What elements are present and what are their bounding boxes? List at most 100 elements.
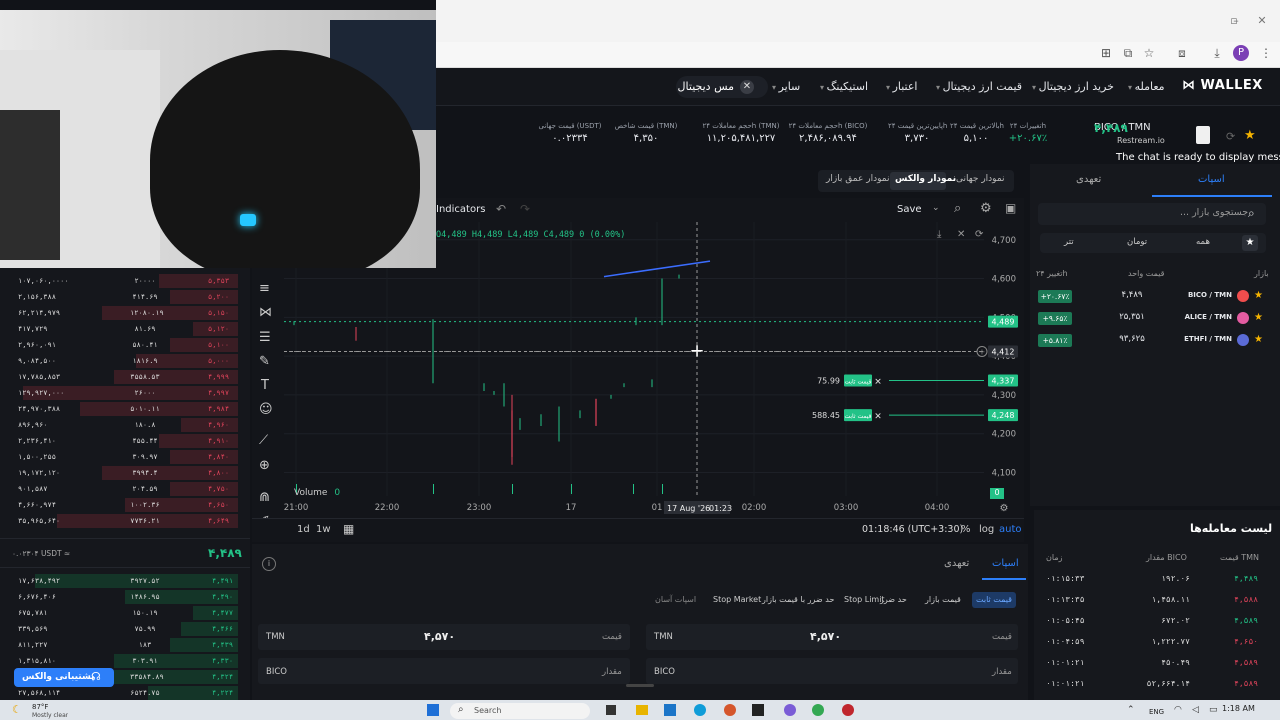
ask-price[interactable]: ۵,۱۲۰: [208, 325, 229, 333]
bid-price[interactable]: ۴,۴۷۷: [212, 609, 233, 617]
ask-price[interactable]: ۵,۳۵۳: [208, 277, 229, 285]
tab-futures[interactable]: تعهدی: [1076, 174, 1101, 185]
calendar-icon[interactable]: ▦: [343, 522, 354, 536]
zoom-tool-icon[interactable]: ⊕: [259, 458, 270, 473]
type-stop-market[interactable]: Stop Market: [713, 595, 761, 604]
app3-icon[interactable]: [752, 704, 764, 716]
task-view-icon[interactable]: [606, 705, 616, 715]
refresh-icon[interactable]: ⟳: [1226, 130, 1238, 143]
fib-tool-icon[interactable]: ☰: [259, 330, 271, 345]
type-limit[interactable]: قیمت ثابت: [976, 595, 1012, 604]
wifi-icon[interactable]: ◠: [1174, 705, 1182, 715]
volume-icon[interactable]: ◁: [1192, 705, 1199, 715]
battery-icon[interactable]: ▭: [1209, 705, 1218, 715]
favorite-star-icon[interactable]: ★: [1254, 334, 1263, 345]
wallex-logo[interactable]: ⋈ WALLEX: [1182, 78, 1263, 93]
cast-icon[interactable]: ⧉: [1119, 46, 1137, 64]
log-scale[interactable]: log: [979, 524, 994, 535]
settings-gear-icon[interactable]: ⚙: [980, 201, 992, 216]
tab-wallex-chart[interactable]: نمودار والکس: [895, 174, 956, 184]
close-icon[interactable]: ✕: [740, 80, 754, 94]
bid-price[interactable]: ۴,۳۳۰: [212, 657, 233, 665]
close-window-icon[interactable]: ✕: [1254, 14, 1270, 30]
clock-time[interactable]: 1:18 AM: [1222, 704, 1255, 713]
ask-price[interactable]: ۵,۰۰۰: [208, 357, 229, 365]
tab-global-chart[interactable]: نمودار جهانی: [956, 174, 1005, 184]
ask-price[interactable]: ۴,۸۴۰: [208, 453, 229, 461]
percent-scale[interactable]: %: [961, 524, 971, 535]
profile-avatar[interactable]: P: [1233, 45, 1249, 61]
tray-chevron-icon[interactable]: ⌃: [1127, 705, 1135, 715]
magnet-tool-icon[interactable]: ⋒: [259, 490, 270, 505]
tab-spot[interactable]: اسپات: [1198, 174, 1225, 185]
favorites-filter-star-icon[interactable]: ★: [1242, 235, 1258, 251]
form-tab-spot[interactable]: اسپات: [992, 558, 1019, 569]
ask-price[interactable]: ۴,۶۵۰: [208, 501, 229, 509]
app2-icon[interactable]: [724, 704, 736, 716]
ask-price[interactable]: ۴,۹۶۰: [208, 421, 229, 429]
save-button[interactable]: Save: [897, 204, 922, 215]
emoji-tool-icon[interactable]: ☺: [259, 402, 273, 417]
app4-icon[interactable]: [784, 704, 796, 716]
timeframe-1w[interactable]: 1w: [316, 524, 331, 535]
file-explorer-icon[interactable]: [636, 705, 648, 715]
ask-price[interactable]: ۴,۹۹۹: [208, 373, 229, 381]
auto-scale[interactable]: auto: [999, 524, 1022, 535]
bid-price[interactable]: ۴,۴۳۹: [212, 641, 233, 649]
bid-price[interactable]: ۴,۴۶۶: [212, 625, 233, 633]
app5-icon[interactable]: [842, 704, 854, 716]
ask-price[interactable]: ۴,۹۹۷: [208, 389, 229, 397]
start-icon[interactable]: [427, 704, 439, 716]
taskbar-search[interactable]: [450, 703, 590, 719]
type-stop-market-fa[interactable]: حد ضرر با قیمت بازار: [762, 595, 834, 604]
bid-price[interactable]: ۴,۲۲۴: [212, 689, 233, 697]
user-account-pill[interactable]: مس دیجیتال ✕: [676, 76, 768, 98]
type-stop-limit[interactable]: Stop Limit: [844, 595, 885, 604]
ask-price[interactable]: ۴,۸۰۰: [208, 469, 229, 477]
nav-item-staking[interactable]: ▾ استیکینگ: [820, 80, 868, 93]
nav-item-trade[interactable]: ▾ معامله: [1128, 80, 1165, 93]
extensions-icon[interactable]: ⧈: [1173, 46, 1191, 64]
bookmark-star-icon[interactable]: ☆: [1140, 46, 1158, 64]
resize-handle[interactable]: [626, 684, 654, 687]
close-icon[interactable]: ✕: [957, 229, 965, 240]
nav-item-crypto-prices[interactable]: ▾ قیمت ارز دیجیتال: [936, 80, 1022, 93]
language-indicator[interactable]: ENG: [1149, 708, 1164, 716]
download-icon[interactable]: ⤓: [1208, 46, 1226, 64]
type-easy-spot[interactable]: اسپات آسان: [655, 595, 696, 604]
refresh-icon[interactable]: ⟳: [975, 229, 983, 240]
app-icon[interactable]: [664, 704, 676, 716]
weather-icon[interactable]: ☾: [12, 703, 22, 716]
lines-tool-icon[interactable]: ≡: [259, 281, 270, 296]
ask-price[interactable]: ۵,۲۰۰: [208, 293, 229, 301]
bid-price[interactable]: ۴,۴۹۱: [212, 577, 233, 585]
type-market[interactable]: قیمت بازار: [925, 595, 961, 604]
search-icon[interactable]: ⌕: [954, 201, 961, 216]
timeframe-1d[interactable]: 1d: [297, 524, 310, 535]
ask-price[interactable]: ۴,۹۸۴: [208, 405, 229, 413]
sell-amount-field[interactable]: [258, 658, 630, 684]
ruler-tool-icon[interactable]: ⟋: [259, 433, 268, 448]
more-menu-icon[interactable]: ⋮: [1257, 46, 1275, 64]
favorite-star-icon[interactable]: ★: [1244, 128, 1258, 143]
buy-amount-field[interactable]: [646, 658, 1018, 684]
chevron-down-icon[interactable]: ⌄: [932, 203, 940, 213]
nav-item-buy-crypto[interactable]: ▾ خرید ارز دیجیتال: [1032, 80, 1114, 93]
ask-price[interactable]: ۴,۷۵۰: [208, 485, 229, 493]
nav-item-credit[interactable]: ▾ اعتبار: [886, 80, 917, 93]
edge-icon[interactable]: [694, 704, 706, 716]
ask-price[interactable]: ۵,۱۵۰: [208, 309, 229, 317]
text-tool-icon[interactable]: T: [261, 378, 269, 393]
info-icon[interactable]: i: [262, 557, 276, 571]
filter-all[interactable]: همه: [1196, 237, 1210, 247]
restore-icon[interactable]: ▫: [1226, 14, 1242, 30]
undo-icon[interactable]: ↶: [496, 202, 506, 216]
favorite-star-icon[interactable]: ★: [1254, 290, 1263, 301]
brush-tool-icon[interactable]: ✎: [259, 354, 270, 369]
pattern-tool-icon[interactable]: ⋈: [259, 305, 272, 320]
nav-item-other[interactable]: ▾ سایر: [772, 80, 800, 93]
chrome-icon[interactable]: [812, 704, 824, 716]
translate-icon[interactable]: ⊞: [1097, 46, 1115, 64]
bid-price[interactable]: ۴,۳۲۴: [212, 673, 233, 681]
form-tab-futures[interactable]: تعهدی: [944, 558, 969, 569]
